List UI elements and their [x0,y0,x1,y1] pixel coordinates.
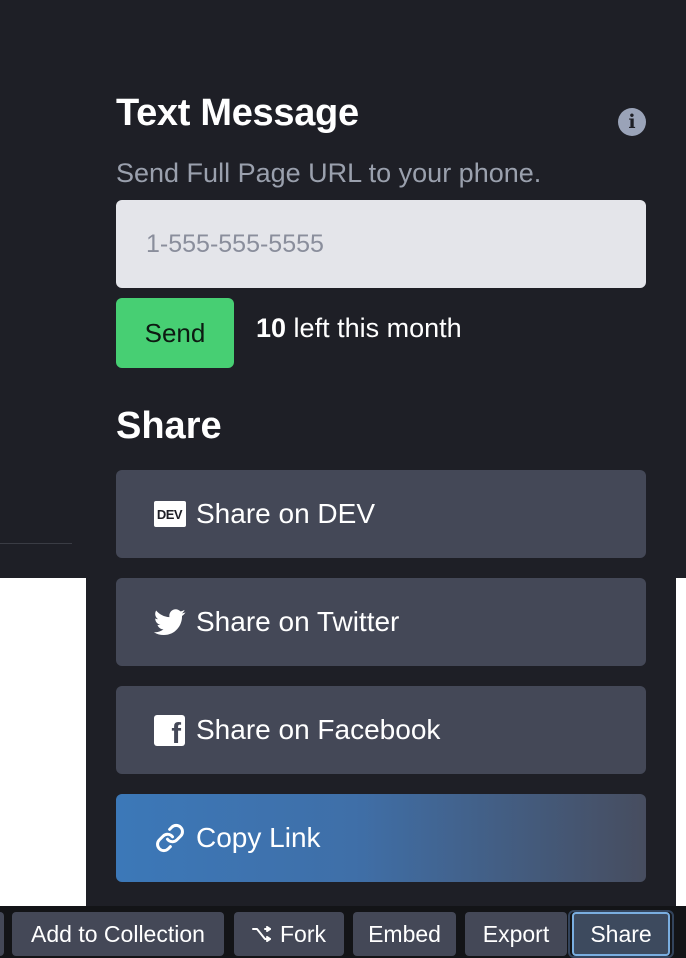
embed-button[interactable]: Embed [353,912,456,956]
copy-link-label: Copy Link [196,822,321,853]
share-on-dev-label: Share on DEV [196,498,375,529]
editor-divider [0,543,72,544]
share-on-dev-button[interactable]: DEV Share on DEV [116,470,646,558]
twitter-icon [153,606,186,639]
dev-badge-text: DEV [153,501,186,527]
info-icon[interactable]: i [618,108,646,136]
share-on-facebook-button[interactable]: f Share on Facebook [116,686,646,774]
share-button[interactable]: Share [568,910,674,958]
preview-area-right [676,578,686,906]
preview-area-left [0,578,86,906]
sms-count-suffix: left this month [286,313,462,343]
fork-label: Fork [280,920,326,947]
sms-remaining-count: 10 left this month [256,313,462,344]
send-button[interactable]: Send [116,298,234,368]
text-message-title: Text Message [116,92,359,134]
add-to-collection-button[interactable]: Add to Collection [12,912,224,956]
copy-link-button[interactable]: Copy Link [116,794,646,882]
sms-count-number: 10 [256,313,287,343]
phone-number-input[interactable] [116,200,646,288]
share-on-facebook-label: Share on Facebook [196,714,441,745]
share-on-twitter-label: Share on Twitter [196,606,400,637]
export-button[interactable]: Export [465,912,567,956]
toolbar-button-partial[interactable] [0,912,4,956]
share-on-twitter-button[interactable]: Share on Twitter [116,578,646,666]
text-message-description: Send Full Page URL to your phone. [116,158,542,188]
fork-button[interactable]: Fork [234,912,344,956]
dev-icon: DEV [153,498,186,531]
share-heading: Share [116,405,222,447]
share-panel: Text Message i Send Full Page URL to you… [86,0,676,906]
facebook-icon: f [153,714,186,747]
link-icon [153,822,186,855]
fork-icon [252,926,272,942]
